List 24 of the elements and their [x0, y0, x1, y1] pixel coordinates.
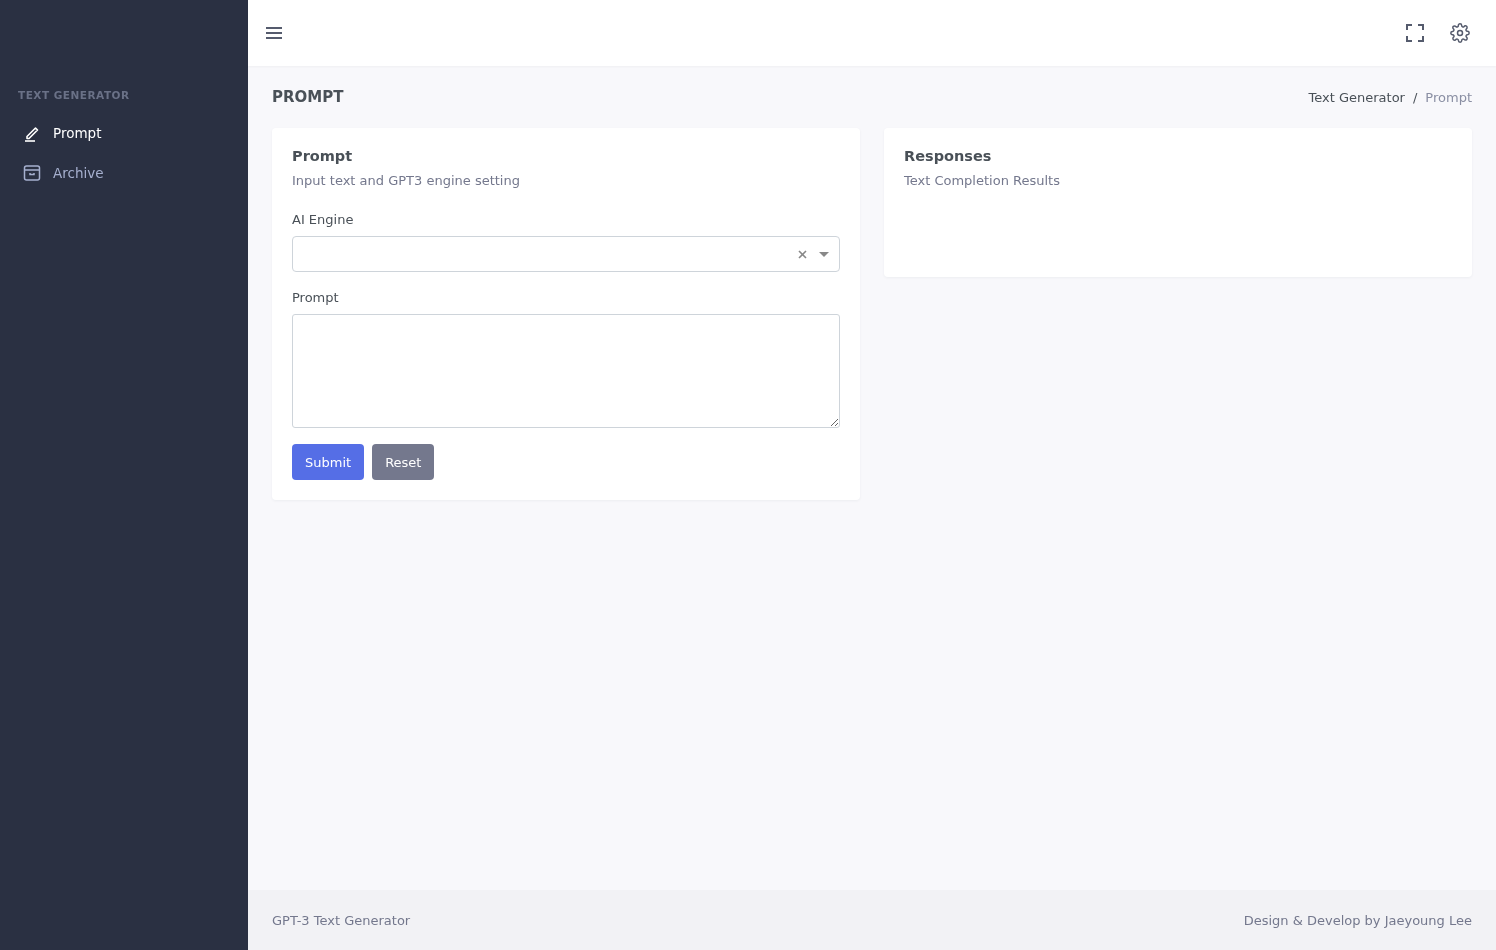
clear-icon[interactable] — [798, 249, 807, 259]
sidebar-section-title: TEXT GENERATOR — [17, 89, 131, 103]
fullscreen-icon[interactable] — [1404, 22, 1426, 44]
sidebar-item[interactable]: Prompt — [0, 113, 248, 153]
sidebar-item[interactable]: Archive — [0, 153, 248, 193]
card-subtitle: Text Completion Results — [904, 173, 1061, 188]
card-title: Responses — [904, 148, 993, 164]
caret-icon[interactable] — [819, 251, 829, 257]
footer-text: GPT-3 Text Generator — [272, 912, 411, 928]
breadcrumb-item[interactable]: Text Generator — [1308, 89, 1405, 105]
card-title: Prompt — [292, 148, 354, 164]
field-label: Prompt — [292, 290, 340, 305]
breadcrumb-item: Prompt — [1425, 89, 1472, 105]
footer-credit: Design & Develop by Jaeyoung Lee — [1243, 912, 1472, 928]
pencil-icon — [23, 124, 41, 142]
page-title: PROMPT — [272, 88, 344, 106]
settings-icon[interactable] — [1448, 21, 1472, 45]
menu-icon[interactable] — [264, 24, 284, 42]
reset-button[interactable]: Reset — [372, 444, 435, 480]
card-subtitle: Input text and GPT3 engine setting — [292, 173, 521, 188]
breadcrumb-item[interactable]: / — [1412, 89, 1418, 105]
submit-button[interactable]: Submit — [292, 444, 365, 480]
field-label: AI Engine — [292, 212, 355, 227]
archive-icon — [23, 164, 41, 182]
